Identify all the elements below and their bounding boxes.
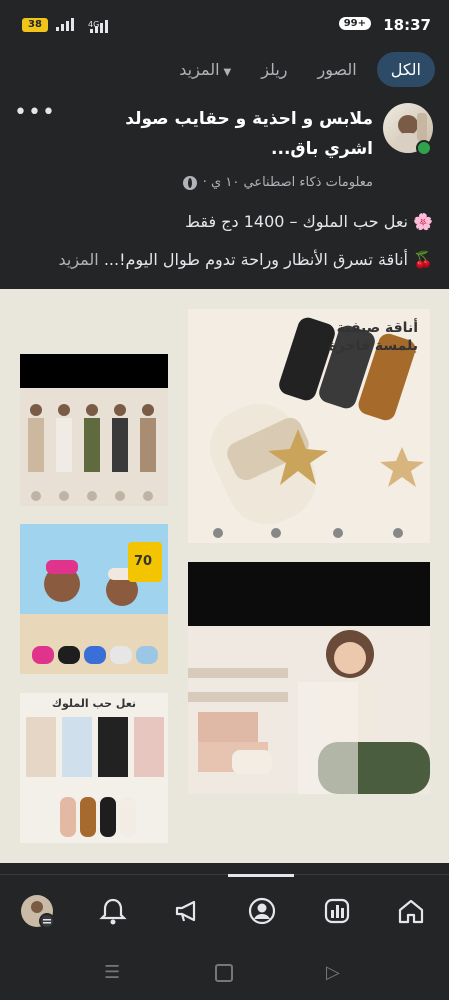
clock: 18:37	[383, 16, 431, 34]
post-image-sandals-catalog[interactable]: نعل حب الملوك	[20, 693, 168, 843]
battery-indicator: 38	[22, 18, 48, 32]
megaphone-graphic	[175, 900, 196, 922]
post-image-kids-caps[interactable]: 70	[20, 524, 168, 674]
tab-reels[interactable]: ريلز	[251, 52, 297, 87]
see-more-link[interactable]: المزيد	[59, 250, 99, 269]
profile-icon[interactable]	[245, 894, 279, 928]
post-page-name[interactable]: ملابس و احذية و حقايب صولد اشري باق...	[83, 104, 373, 164]
home-system-icon[interactable]	[215, 964, 233, 982]
post-text-line-1: 🌸 نعل حب الملوك – 1400 دج فقط	[185, 212, 433, 231]
bell-graphic	[99, 898, 127, 925]
tab-photos[interactable]: الصور	[308, 52, 367, 87]
post-meta-text: معلومات ذكاء اصطناعي ١٠ ي ·	[202, 175, 373, 190]
status-bar: 38 4G 99+ 18:37	[0, 0, 449, 50]
profile-avatar-icon[interactable]	[20, 894, 54, 928]
home-graphic	[398, 899, 424, 924]
tab-all[interactable]: الكل	[376, 52, 435, 87]
nav-active-indicator	[228, 874, 294, 877]
promo-price: 70	[134, 554, 153, 569]
post-meta: معلومات ذكاء اصطناعي ١٠ ي ·	[182, 175, 373, 190]
post-text-line-2-body: 🍒 أناقة تسرق الأنظار وراحة تدوم طوال الي…	[103, 250, 433, 269]
caret-down-icon: ▼	[223, 67, 232, 78]
insights-graphic	[324, 898, 350, 924]
recent-apps-icon[interactable]: ☰	[104, 962, 120, 983]
bottom-nav	[0, 874, 449, 947]
women-lineup-illustration	[20, 354, 168, 506]
profile-graphic	[248, 897, 276, 925]
woman-with-shoeboxes	[188, 562, 430, 794]
notification-badge: 99+	[338, 17, 371, 30]
tab-more[interactable]: المزيد ▼	[169, 52, 241, 87]
post-image-women-lineup[interactable]	[20, 354, 168, 506]
more-options-icon[interactable]: •••	[14, 100, 56, 125]
post-text-line-2: 🍒 أناقة تسرق الأنظار وراحة تدوم طوال الي…	[13, 250, 434, 269]
kids-caps-illustration	[20, 524, 168, 674]
globe-icon	[182, 175, 197, 190]
megaphone-icon[interactable]	[170, 894, 204, 928]
post-image-woman-shoes[interactable]	[188, 562, 430, 794]
signal-icon	[56, 18, 74, 31]
search-tabs: الكل الصور ريلز المزيد ▼	[169, 52, 435, 87]
catalog-title: نعل حب الملوك	[51, 697, 137, 710]
notifications-bell-icon[interactable]	[96, 894, 130, 928]
profile-avatar-graphic	[21, 895, 54, 928]
tab-more-label: المزيد	[179, 60, 220, 79]
home-icon[interactable]	[394, 894, 428, 928]
sandals-catalog-illustration	[20, 693, 168, 843]
insights-chart-icon[interactable]	[320, 894, 354, 928]
post-image-sandals-star[interactable]: أناقة صيفية بلمسة فاخرة	[188, 309, 430, 543]
back-system-icon[interactable]: ▷	[326, 962, 340, 983]
image-caption-summary: أناقة صيفية بلمسة فاخرة	[328, 320, 418, 354]
online-status-dot	[416, 140, 432, 156]
wifi-signal-icon	[90, 20, 108, 33]
